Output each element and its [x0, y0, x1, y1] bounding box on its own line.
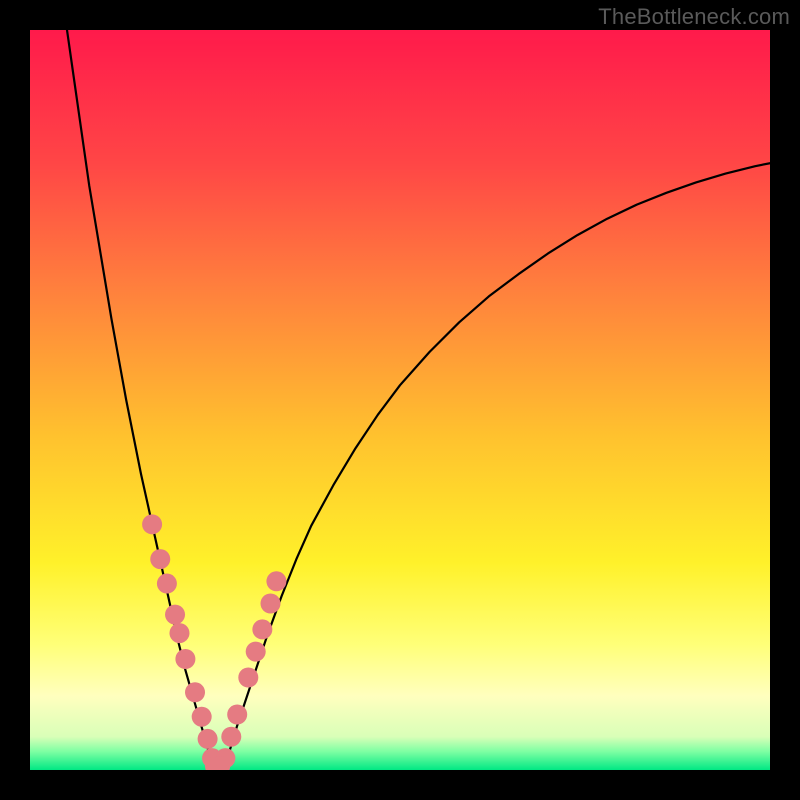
- data-point: [252, 619, 272, 639]
- data-point: [221, 727, 241, 747]
- data-point: [185, 682, 205, 702]
- data-point: [192, 707, 212, 727]
- data-point: [165, 605, 185, 625]
- data-point: [175, 649, 195, 669]
- data-point: [227, 705, 247, 725]
- data-point: [266, 571, 286, 591]
- watermark-text: TheBottleneck.com: [598, 4, 790, 30]
- chart-svg: [30, 30, 770, 770]
- data-point: [150, 549, 170, 569]
- data-point: [261, 594, 281, 614]
- chart-frame: TheBottleneck.com: [0, 0, 800, 800]
- data-point: [198, 729, 218, 749]
- data-point: [169, 623, 189, 643]
- plot-area: [30, 30, 770, 770]
- gradient-background: [30, 30, 770, 770]
- data-point: [142, 514, 162, 534]
- data-point: [246, 642, 266, 662]
- data-point: [157, 574, 177, 594]
- data-point: [238, 668, 258, 688]
